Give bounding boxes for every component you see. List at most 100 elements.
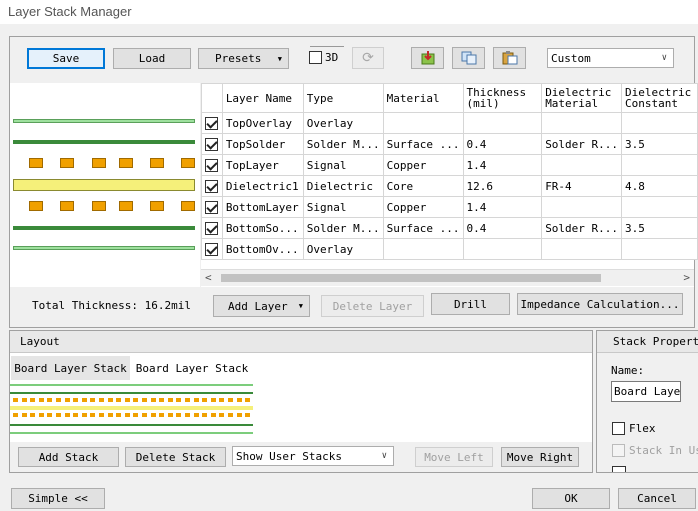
cell-layer-name[interactable]: BottomOv... — [221, 238, 304, 260]
cell-material[interactable]: Surface ... — [382, 217, 464, 239]
cell-type[interactable]: Solder M... — [302, 217, 384, 239]
table-row[interactable]: BottomLayer Signal Copper 1.4 — [201, 196, 698, 218]
cell-layer-name[interactable]: BottomSo... — [221, 217, 304, 239]
cell-material[interactable] — [382, 112, 464, 134]
cancel-button[interactable]: Cancel — [618, 488, 696, 509]
cell-material[interactable] — [382, 238, 464, 260]
cell-thickness[interactable]: 1.4 — [462, 154, 543, 176]
scroll-left-icon[interactable]: < — [205, 271, 212, 284]
cell-dielectric-constant[interactable] — [621, 154, 698, 176]
row-enable-cell[interactable] — [201, 133, 223, 155]
table-row[interactable]: TopSolder Solder M... Surface ... 0.4 Solder… — [201, 133, 698, 155]
row-enable-checkbox[interactable] — [205, 158, 219, 172]
row-enable-cell[interactable] — [201, 217, 223, 239]
header-layer-name[interactable]: Layer Name — [221, 83, 304, 113]
row-enable-cell[interactable] — [201, 175, 223, 197]
preset-select[interactable]: Custom ∨ — [547, 48, 674, 68]
scroll-right-icon[interactable]: > — [683, 271, 690, 284]
header-type[interactable]: Type — [302, 83, 384, 113]
threed-toggle[interactable]: 3D — [309, 51, 338, 64]
header-dielectric-constant[interactable]: Dielectric Constant — [621, 83, 698, 113]
row-enable-checkbox[interactable] — [205, 137, 219, 151]
cell-layer-name[interactable]: TopSolder — [221, 133, 304, 155]
table-hscrollbar[interactable]: < > — [201, 269, 694, 286]
cell-material[interactable]: Core — [382, 175, 464, 197]
table-row[interactable]: BottomOv... Overlay — [201, 238, 698, 260]
cell-dielectric-material[interactable]: Solder R... — [541, 217, 623, 239]
cell-thickness[interactable] — [462, 112, 543, 134]
cell-type[interactable]: Dielectric — [302, 175, 384, 197]
cell-dielectric-material[interactable] — [541, 154, 623, 176]
cell-dielectric-constant[interactable]: 3.5 — [621, 133, 698, 155]
table-row[interactable]: TopOverlay Overlay — [201, 112, 698, 134]
stack-in-use-checkbox[interactable] — [612, 444, 625, 457]
flex-checkbox[interactable] — [612, 422, 625, 435]
cell-dielectric-constant[interactable]: 3.5 — [621, 217, 698, 239]
cell-layer-name[interactable]: Dielectric1 — [221, 175, 304, 197]
row-enable-cell[interactable] — [201, 196, 223, 218]
row-enable-cell[interactable] — [201, 154, 223, 176]
show-user-stacks-select[interactable]: Show User Stacks ∨ — [232, 446, 394, 466]
delete-stack-button[interactable]: Delete Stack — [125, 447, 226, 467]
cell-dielectric-material[interactable] — [541, 196, 623, 218]
add-layer-button[interactable]: Add Layer ▼ — [213, 295, 310, 317]
cell-dielectric-material[interactable] — [541, 238, 623, 260]
cell-dielectric-material[interactable]: FR-4 — [541, 175, 623, 197]
cell-layer-name[interactable]: BottomLayer — [221, 196, 304, 218]
row-enable-cell[interactable] — [201, 238, 223, 260]
cell-type[interactable]: Signal — [302, 196, 384, 218]
save-button[interactable]: Save — [27, 48, 105, 69]
threed-checkbox[interactable] — [309, 51, 322, 64]
table-row[interactable]: TopLayer Signal Copper 1.4 — [201, 154, 698, 176]
cell-material[interactable]: Copper — [382, 154, 464, 176]
ok-button[interactable]: OK — [532, 488, 610, 509]
cell-dielectric-constant[interactable] — [621, 238, 698, 260]
paste-button[interactable] — [493, 47, 526, 69]
table-row[interactable]: Dielectric1 Dielectric Core 12.6 FR-4 4.8 — [201, 175, 698, 197]
cell-dielectric-material[interactable]: Solder R... — [541, 133, 623, 155]
cell-dielectric-constant[interactable] — [621, 112, 698, 134]
cell-dielectric-constant[interactable]: 4.8 — [621, 175, 698, 197]
presets-button[interactable]: Presets ▼ — [198, 48, 289, 69]
stack-tab-2[interactable]: Board Layer Stack — [132, 356, 252, 380]
cell-material[interactable]: Surface ... — [382, 133, 464, 155]
cell-dielectric-material[interactable] — [541, 112, 623, 134]
row-enable-cell[interactable] — [201, 112, 223, 134]
scroll-thumb[interactable] — [221, 274, 601, 282]
cell-type[interactable]: Solder M... — [302, 133, 384, 155]
header-material[interactable]: Material — [382, 83, 464, 113]
row-enable-checkbox[interactable] — [205, 179, 219, 193]
cell-type[interactable]: Signal — [302, 154, 384, 176]
move-left-button[interactable]: Move Left — [415, 447, 493, 467]
cell-thickness[interactable] — [462, 238, 543, 260]
name-input[interactable]: Board Laye — [611, 381, 681, 402]
cell-type[interactable]: Overlay — [302, 112, 384, 134]
header-dielectric-material[interactable]: Dielectric Material — [541, 83, 623, 113]
drill-button[interactable]: Drill — [431, 293, 510, 315]
row-enable-checkbox[interactable] — [205, 221, 219, 235]
cell-thickness[interactable]: 12.6 — [462, 175, 543, 197]
cell-layer-name[interactable]: TopOverlay — [221, 112, 304, 134]
cell-material[interactable]: Copper — [382, 196, 464, 218]
header-thickness[interactable]: Thickness (mil) — [462, 83, 543, 113]
add-stack-button[interactable]: Add Stack — [18, 447, 119, 467]
impedance-button[interactable]: Impedance Calculation... — [517, 293, 683, 315]
cell-dielectric-constant[interactable] — [621, 196, 698, 218]
import-button[interactable] — [411, 47, 444, 69]
row-enable-checkbox[interactable] — [205, 116, 219, 130]
copy-button[interactable] — [452, 47, 485, 69]
simple-button[interactable]: Simple << — [11, 488, 105, 509]
delete-layer-button[interactable]: Delete Layer — [321, 295, 424, 317]
row-enable-checkbox[interactable] — [205, 242, 219, 256]
load-button[interactable]: Load — [113, 48, 191, 69]
cell-thickness[interactable]: 0.4 — [462, 217, 543, 239]
stack-tab-1[interactable]: Board Layer Stack — [11, 356, 130, 380]
stack-in-use-option[interactable]: Stack In Us — [612, 444, 698, 457]
cell-type[interactable]: Overlay — [302, 238, 384, 260]
flex-option[interactable]: Flex — [612, 422, 656, 435]
table-row[interactable]: BottomSo... Solder M... Surface ... 0.4 Sold… — [201, 217, 698, 239]
cell-layer-name[interactable]: TopLayer — [221, 154, 304, 176]
move-right-button[interactable]: Move Right — [501, 447, 579, 467]
cell-thickness[interactable]: 0.4 — [462, 133, 543, 155]
row-enable-checkbox[interactable] — [205, 200, 219, 214]
